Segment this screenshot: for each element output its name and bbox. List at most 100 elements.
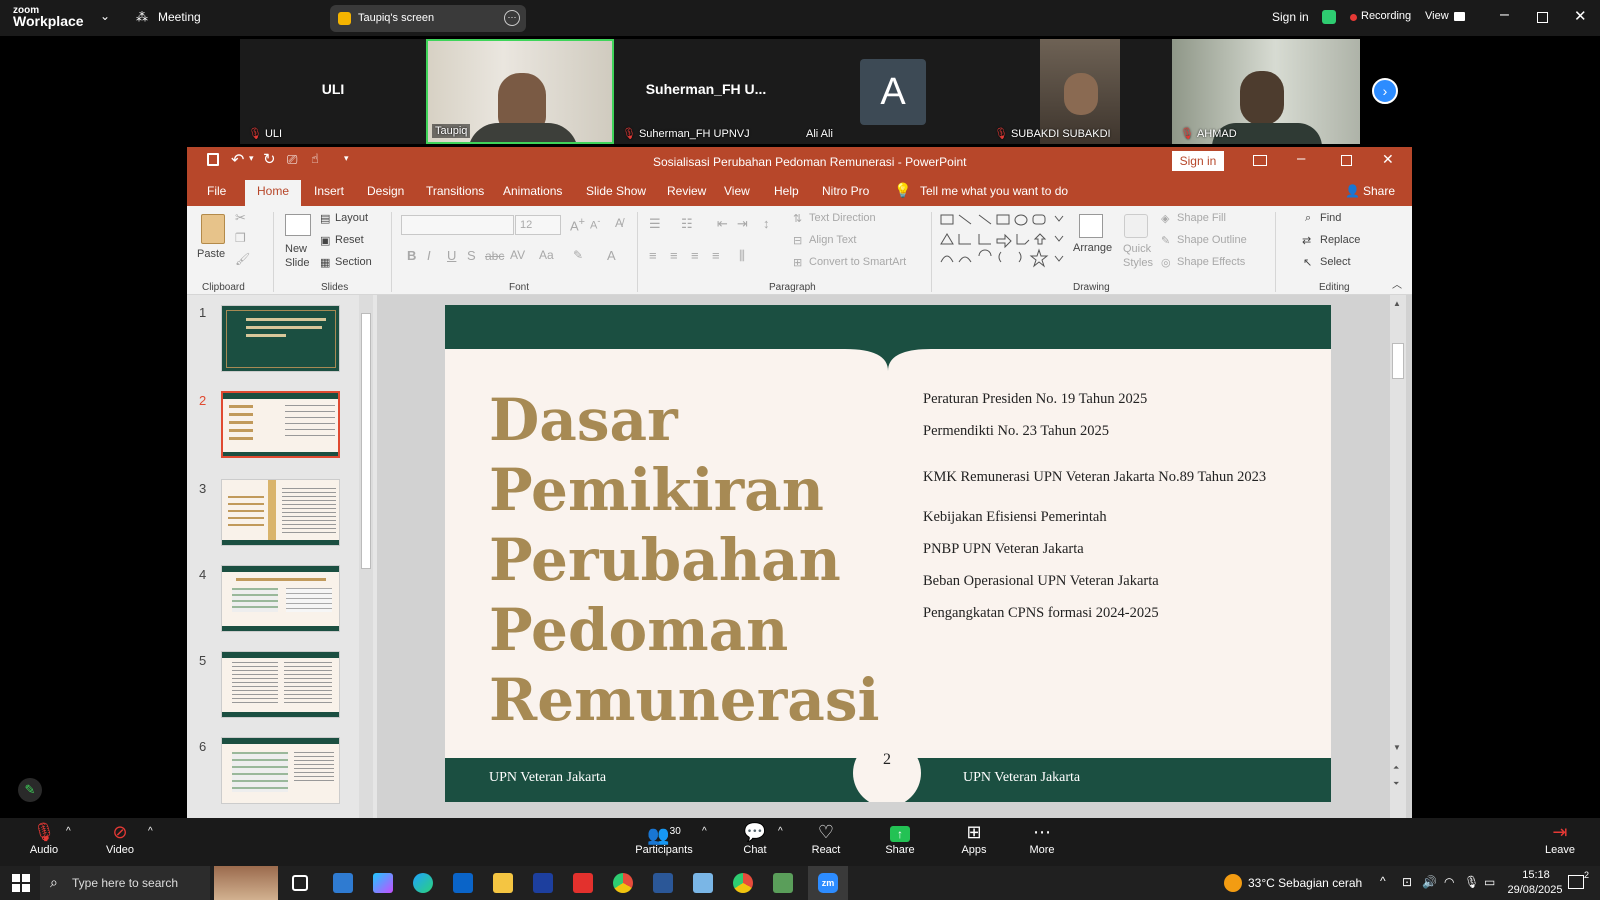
text-direction-button[interactable]: Text Direction (809, 212, 876, 224)
chevron-up-icon[interactable]: ^ (702, 826, 707, 837)
quick-styles-button[interactable]: Quick Styles (1123, 242, 1157, 270)
more-button[interactable]: ⋯ More (1024, 818, 1060, 856)
shrink-font-icon[interactable]: A- (590, 216, 600, 232)
clear-format-icon[interactable]: A̸ (615, 216, 623, 230)
collapse-ribbon-icon[interactable]: ︿ (1392, 276, 1402, 291)
mic-tray-icon[interactable]: 🎙 (1464, 875, 1479, 889)
paste-icon[interactable] (201, 214, 225, 244)
convert-smartart-button[interactable]: Convert to SmartArt (809, 256, 906, 268)
find-button[interactable]: Find (1320, 212, 1341, 224)
new-slide-icon[interactable] (285, 214, 311, 236)
format-painter-icon[interactable]: 🖌 (235, 252, 250, 266)
italic-icon[interactable]: I (427, 248, 431, 263)
chevron-up-icon[interactable]: ^ (148, 826, 153, 837)
task-view-icon[interactable] (292, 875, 308, 891)
ppt-sign-in-button[interactable]: Sign in (1172, 151, 1224, 171)
participants-button[interactable]: 👥30 Participants (632, 818, 696, 856)
tab-transitions[interactable]: Transitions (426, 184, 484, 198)
char-spacing-icon[interactable]: AV (510, 248, 525, 262)
tab-help[interactable]: Help (774, 184, 799, 198)
tab-nitro-pro[interactable]: Nitro Pro (822, 184, 869, 198)
wps-icon[interactable] (573, 873, 593, 893)
customize-qat-icon[interactable]: ▾ (344, 153, 349, 164)
copilot-icon[interactable] (373, 873, 393, 893)
apps-button[interactable]: ⊞ Apps (956, 818, 992, 856)
highlight-icon[interactable]: ✎ (573, 248, 583, 262)
outlook-icon[interactable] (453, 873, 473, 893)
scrollbar-thumb[interactable] (361, 313, 371, 569)
cut-icon[interactable]: ✂ (235, 210, 246, 226)
prev-slide-icon[interactable]: ⏶ (1393, 763, 1399, 773)
tab-slide-show[interactable]: Slide Show (586, 184, 646, 198)
scroll-up-icon[interactable]: ▲ (1393, 299, 1401, 308)
thumbnail-scrollbar[interactable] (359, 295, 373, 818)
zoom-taskbar-active[interactable]: zm (808, 866, 848, 900)
font-size-select[interactable]: 12 (515, 215, 561, 235)
edge-icon[interactable] (413, 873, 433, 893)
app-icon[interactable] (533, 873, 553, 893)
shadow-icon[interactable]: S (467, 248, 476, 263)
new-slide-button[interactable]: New Slide (285, 242, 319, 270)
save-icon[interactable] (207, 153, 219, 166)
calculator-icon[interactable] (773, 873, 793, 893)
section-button[interactable]: Section (335, 256, 372, 268)
speaker-icon[interactable]: 🔊 (1422, 875, 1437, 889)
participant-tile[interactable]: ULI 🎙 ULI (240, 39, 426, 144)
shape-effects-button[interactable]: Shape Effects (1177, 256, 1245, 268)
layout-button[interactable]: Layout (335, 212, 368, 224)
editor-scrollbar[interactable]: ▲ ▼ ⏶ ⏷ (1390, 295, 1406, 818)
battery-icon[interactable]: ▭ (1484, 875, 1495, 889)
reset-button[interactable]: Reset (335, 234, 364, 246)
tell-me-search[interactable]: Tell me what you want to do (920, 184, 1068, 198)
restore-icon[interactable] (1537, 12, 1548, 23)
clock-date[interactable]: 29/08/2025 (1502, 884, 1568, 896)
ppt-share-button[interactable]: Share (1363, 184, 1395, 198)
notification-icon[interactable] (1568, 875, 1584, 889)
participant-tile[interactable]: Suherman_FH U... 🎙 Suherman_FH UPNVJ (614, 39, 798, 144)
close-icon[interactable]: ✕ (1382, 151, 1394, 168)
align-center-icon[interactable]: ≡ (670, 248, 678, 263)
meeting-label[interactable]: Meeting (158, 10, 201, 24)
ribbon-display-icon[interactable] (1253, 155, 1267, 166)
justify-icon[interactable]: ≡ (712, 248, 720, 263)
font-color-icon[interactable]: A (607, 248, 616, 263)
next-slide-icon[interactable]: ⏷ (1393, 779, 1399, 789)
numbering-icon[interactable]: ☷ (681, 216, 693, 232)
tab-file[interactable]: File (207, 184, 226, 198)
slide-thumbnail-5[interactable] (221, 651, 340, 718)
slide-thumbnail-2[interactable] (221, 391, 340, 458)
chrome-icon[interactable] (733, 873, 753, 893)
minimize-icon[interactable]: – (1500, 6, 1509, 24)
more-options-icon[interactable]: ··· (504, 10, 520, 26)
copy-icon[interactable]: ❐ (235, 231, 246, 245)
wifi-icon[interactable]: ◠ (1444, 875, 1454, 889)
tab-design[interactable]: Design (367, 184, 404, 198)
scrollbar-thumb[interactable] (1392, 343, 1404, 379)
grow-font-icon[interactable]: A+ (570, 216, 585, 233)
underline-icon[interactable]: U (447, 248, 456, 263)
bullets-icon[interactable]: ☰ (649, 216, 661, 232)
align-right-icon[interactable]: ≡ (691, 248, 699, 263)
select-button[interactable]: Select (1320, 256, 1351, 268)
slide-thumbnail-4[interactable] (221, 565, 340, 632)
replace-button[interactable]: Replace (1320, 234, 1360, 246)
word-icon[interactable] (653, 873, 673, 893)
windows-start-icon[interactable] (12, 874, 30, 892)
strikethrough-icon[interactable]: abc (485, 249, 504, 263)
quick-styles-icon[interactable] (1124, 214, 1148, 238)
taskbar-search-box[interactable]: ⌕ Type here to search (40, 866, 210, 900)
minimize-icon[interactable]: – (1297, 150, 1305, 167)
clock-time[interactable]: 15:18 (1512, 869, 1560, 881)
tab-animations[interactable]: Animations (503, 184, 562, 198)
chevron-up-icon[interactable]: ^ (66, 826, 71, 837)
paste-button[interactable]: Paste (197, 248, 225, 260)
redo-icon[interactable]: ↻ (263, 150, 276, 168)
tray-chevron-icon[interactable]: ^ (1380, 874, 1386, 888)
line-spacing-icon[interactable]: ↕ (763, 216, 770, 231)
bold-icon[interactable]: B (407, 248, 416, 263)
screen-share-pill[interactable]: Taupiq's screen ··· (330, 5, 526, 32)
leave-button[interactable]: ⇥ Leave (1542, 818, 1578, 856)
file-explorer-icon[interactable] (493, 873, 513, 893)
tab-review[interactable]: Review (667, 184, 706, 198)
font-family-select[interactable] (401, 215, 514, 235)
